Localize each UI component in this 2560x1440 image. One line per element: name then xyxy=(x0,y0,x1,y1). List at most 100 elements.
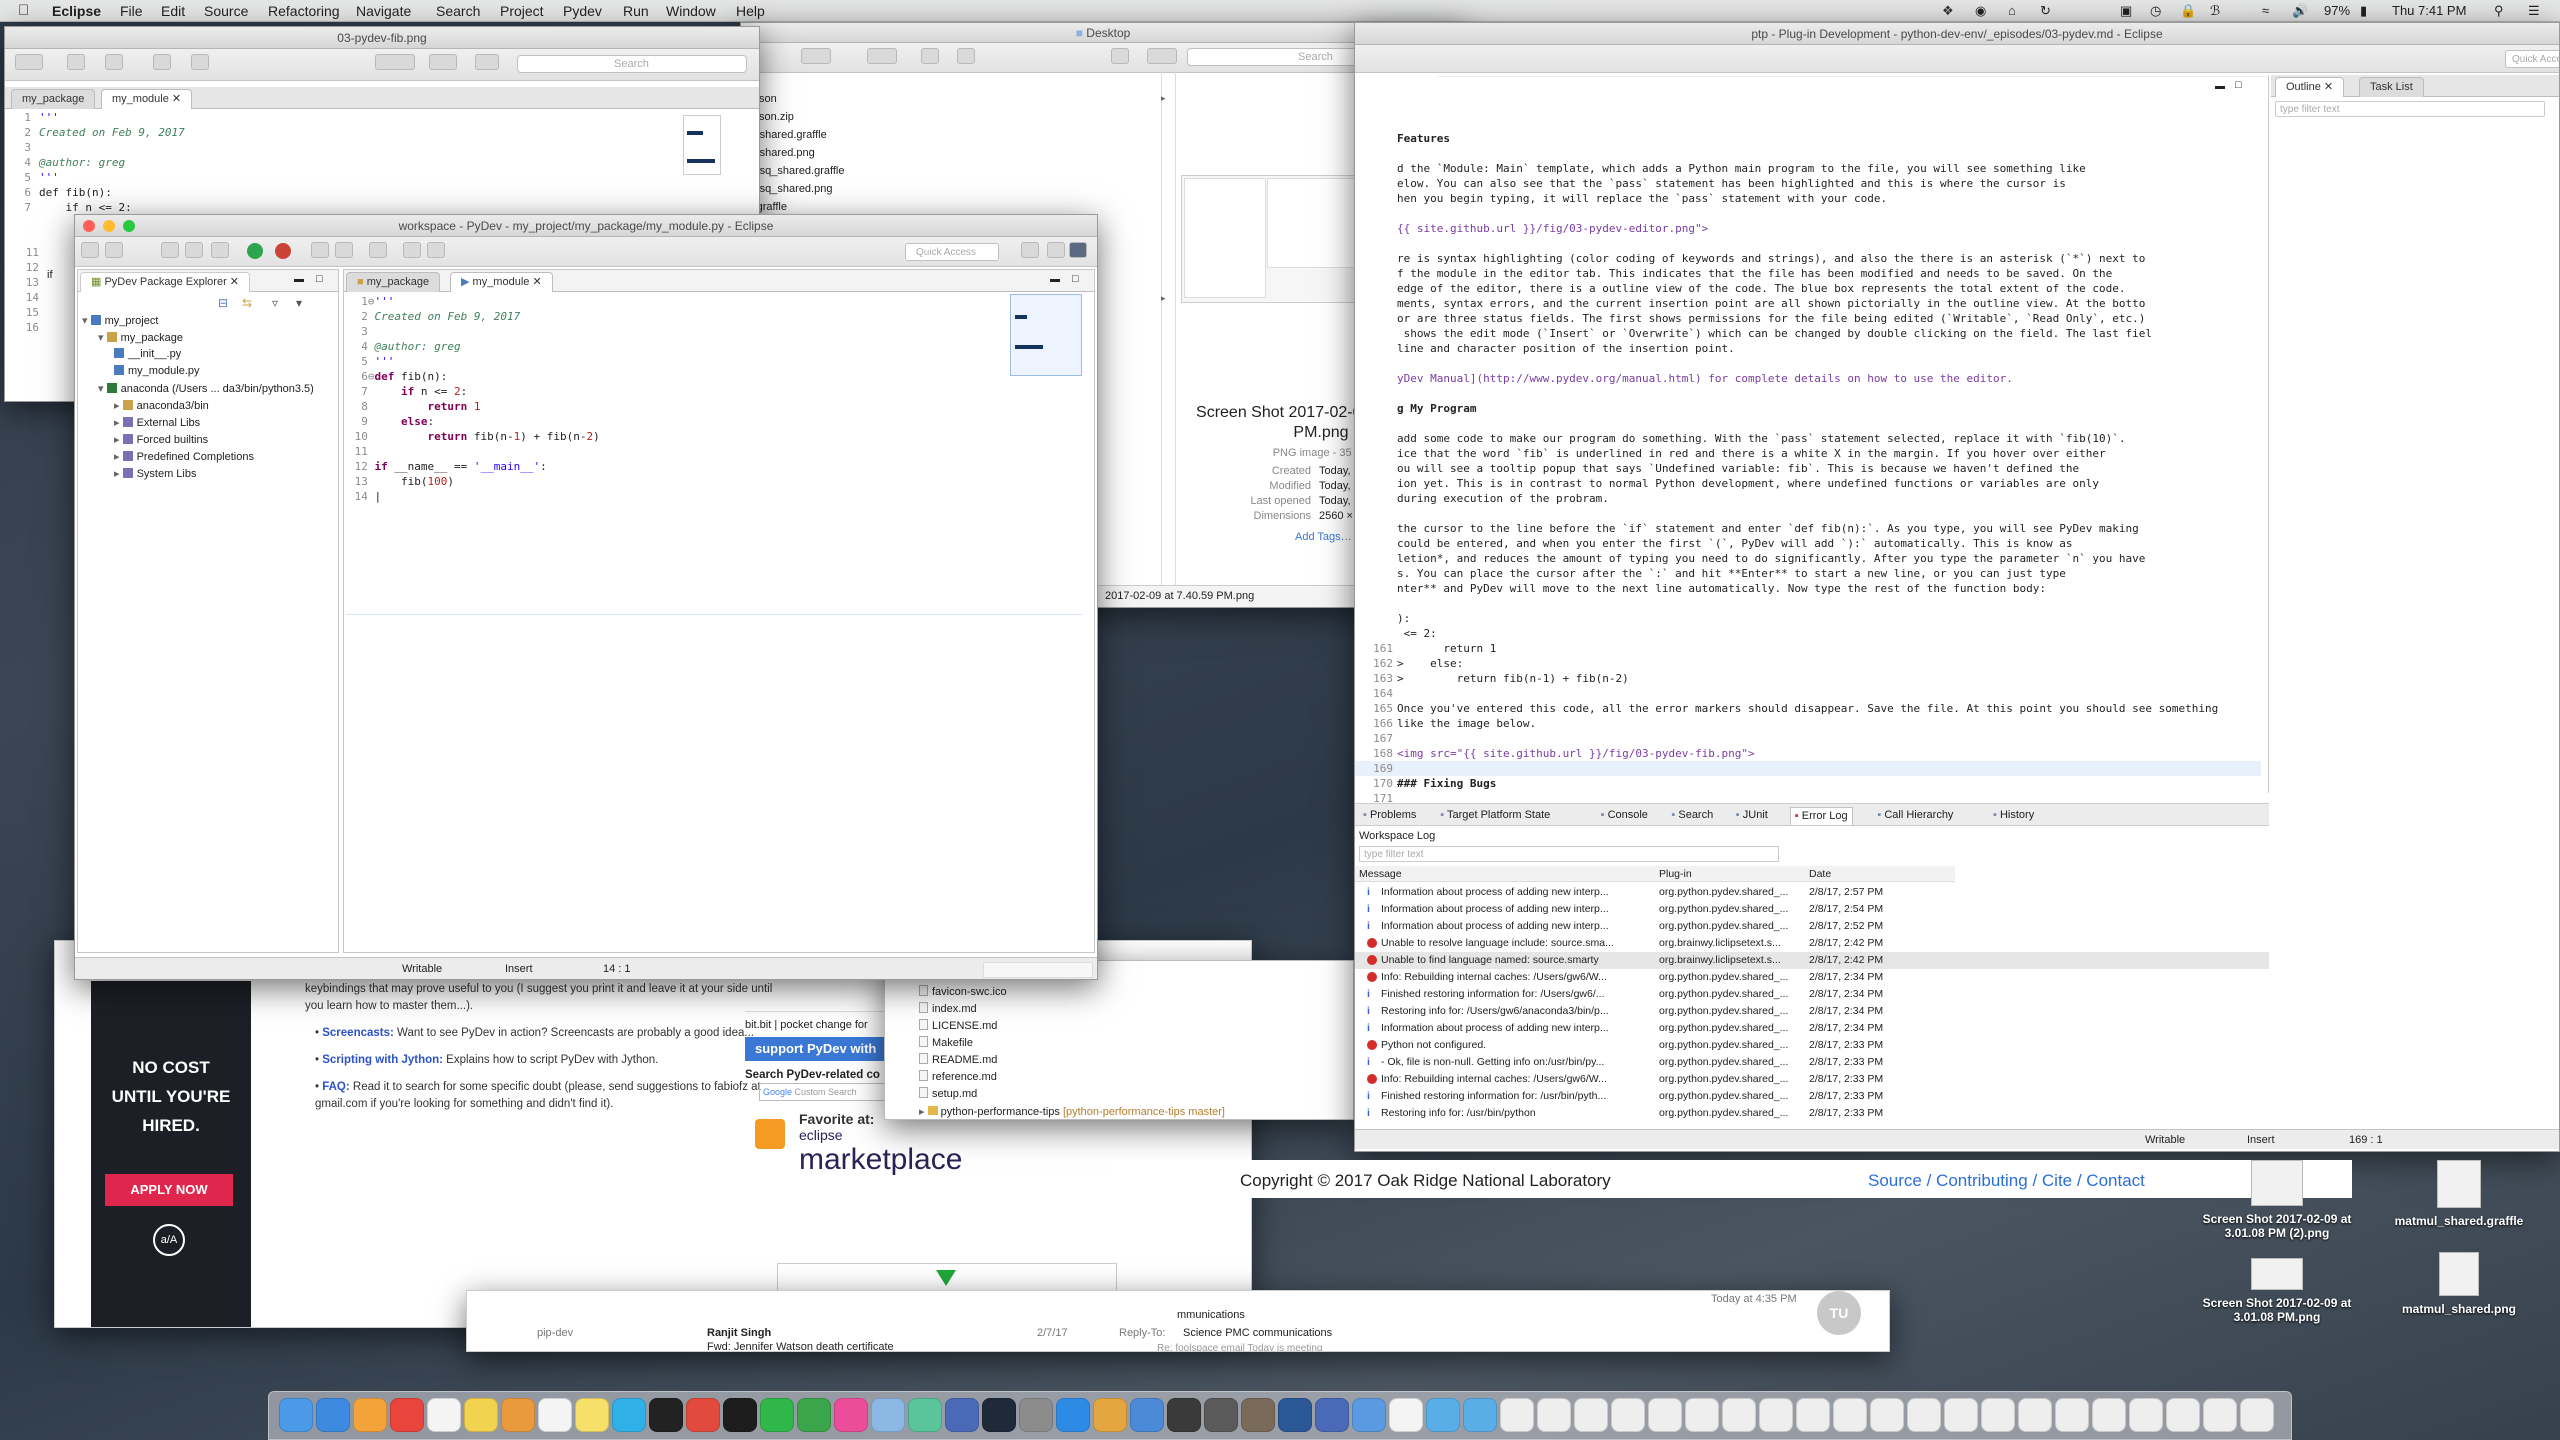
chrome-icon[interactable] xyxy=(390,1398,424,1432)
repo-file[interactable]: setup.md xyxy=(919,1087,977,1100)
maximize-icon[interactable]: □ xyxy=(1072,273,1079,285)
cite-link[interactable]: Cite xyxy=(2042,1171,2072,1190)
code-area[interactable]: 1⊖''' 2 Created on Feb 9, 2017 3 4 @auth… xyxy=(348,294,600,504)
sourcetree-icon[interactable] xyxy=(1130,1398,1164,1432)
toolbox-button[interactable] xyxy=(475,54,499,70)
desktop-icon[interactable]: matmul_shared.graffle xyxy=(2374,1160,2544,1228)
menu-refactoring[interactable]: Refactoring xyxy=(268,0,340,22)
sync-icon[interactable]: ↻ xyxy=(2040,0,2051,22)
log-row[interactable]: i Restoring info for: /Users/gw6/anaconda… xyxy=(1355,1003,2269,1020)
filter-icon[interactable]: ▿ xyxy=(272,296,278,310)
quick-access-input[interactable]: Quick Access xyxy=(905,243,999,261)
column-plugin[interactable]: Plug-in xyxy=(1659,866,1692,882)
document-icon[interactable] xyxy=(1796,1398,1830,1432)
eclipse-marketplace-badge[interactable]: Favorite at: eclipse marketplace xyxy=(755,1109,975,1189)
settings-icon[interactable] xyxy=(1019,1398,1053,1432)
console-icon[interactable] xyxy=(185,242,203,258)
faq-link[interactable]: FAQ: xyxy=(322,1081,349,1093)
apple-icon[interactable]:  xyxy=(18,0,29,22)
preview-search-input[interactable]: Search xyxy=(517,55,747,73)
expand-arrow-icon[interactable]: ▸ xyxy=(114,451,123,463)
source-link[interactable]: Source xyxy=(1868,1171,1922,1190)
word-icon[interactable] xyxy=(1278,1398,1312,1432)
document-icon[interactable] xyxy=(1870,1398,1904,1432)
expand-arrow-icon[interactable]: ▸ xyxy=(114,417,123,429)
document-icon[interactable] xyxy=(2240,1398,2274,1432)
document-icon[interactable] xyxy=(1611,1398,1645,1432)
status-icons[interactable] xyxy=(983,962,1093,978)
automator-icon[interactable] xyxy=(1241,1398,1275,1432)
repo-node[interactable]: ▸ python-performance-tips [python-perfor… xyxy=(919,1105,1225,1118)
maximize-icon[interactable]: □ xyxy=(2235,79,2242,91)
books-icon[interactable] xyxy=(501,1398,535,1432)
menu-window[interactable]: Window xyxy=(666,0,716,22)
document-icon[interactable] xyxy=(1537,1398,1571,1432)
repo-file[interactable]: LICENSE.md xyxy=(919,1019,997,1032)
mail-subject[interactable]: Fwd: Jennifer Watson death certificate xyxy=(707,1341,894,1351)
menu-navigate[interactable]: Navigate xyxy=(356,0,411,22)
repo-file[interactable]: Makefile xyxy=(919,1036,973,1049)
docs-icon[interactable] xyxy=(1389,1398,1423,1432)
tree-item[interactable]: ▾ anaconda (/Users ... da3/bin/python3.5… xyxy=(98,382,314,395)
clock[interactable]: Thu 7:41 PM xyxy=(2392,0,2466,22)
back-icon[interactable] xyxy=(403,242,421,258)
time-machine-icon[interactable]: ◷ xyxy=(2150,0,2161,22)
display-icon[interactable]: ▣ xyxy=(2120,0,2132,22)
tree-item[interactable]: ▸ System Libs xyxy=(114,467,197,480)
open-type-icon[interactable] xyxy=(311,242,329,258)
menu-run[interactable]: Run xyxy=(623,0,649,22)
close-button[interactable] xyxy=(83,220,95,232)
skitch-icon[interactable] xyxy=(686,1398,720,1432)
log-row[interactable]: Info: Rebuilding internal caches: /Users… xyxy=(1355,1071,2269,1088)
tab-console[interactable]: ▪ Console xyxy=(1597,807,1652,825)
messages-icon[interactable] xyxy=(612,1398,646,1432)
debug-perspective-icon[interactable] xyxy=(1069,242,1087,258)
google-search-input[interactable]: Google Custom Search xyxy=(759,1083,899,1101)
outline-filter-input[interactable]: type filter text xyxy=(2275,101,2545,117)
expand-arrow-icon[interactable]: ▸ xyxy=(114,468,123,480)
log-row[interactable]: i Restoring info for: /usr/bin/python org.… xyxy=(1355,1105,2269,1122)
repo-file[interactable]: favicon-swc.ico xyxy=(919,985,1007,998)
status-writable[interactable]: Writable xyxy=(2145,1130,2185,1150)
repo-file[interactable]: README.md xyxy=(919,1053,997,1066)
apply-now-button[interactable]: APPLY NOW xyxy=(105,1174,233,1206)
minimize-button[interactable] xyxy=(103,220,115,232)
menu-help[interactable]: Help xyxy=(736,0,765,22)
search-icon[interactable] xyxy=(335,242,353,258)
info-button[interactable] xyxy=(191,54,209,70)
preview-icon[interactable] xyxy=(871,1398,905,1432)
folder-icon[interactable] xyxy=(1463,1398,1497,1432)
document-icon[interactable] xyxy=(1944,1398,1978,1432)
forward-icon[interactable] xyxy=(427,242,445,258)
battery-icon[interactable]: ▮ xyxy=(2360,0,2367,22)
python-editor[interactable]: ■ my_package ▶ my_module ✕ ▬ □ 1⊖''' 2 C… xyxy=(343,269,1095,953)
log-row[interactable]: i Information about process of adding new… xyxy=(1355,901,2269,918)
lightroom-icon[interactable] xyxy=(982,1398,1016,1432)
desktop-icon[interactable]: Screen Shot 2017-02-09 at 3.01.08 PM.png xyxy=(2192,1258,2362,1324)
add-tags-link[interactable]: Add Tags… xyxy=(1295,531,1352,543)
tree-item[interactable]: ▸ Predefined Completions xyxy=(114,450,254,463)
document-icon[interactable] xyxy=(1574,1398,1608,1432)
view-mode-button[interactable] xyxy=(801,48,831,64)
mail-item-name[interactable]: pip-dev xyxy=(537,1327,573,1339)
folder-icon[interactable] xyxy=(1426,1398,1460,1432)
zoom-button[interactable] xyxy=(123,220,135,232)
tree-item[interactable]: ▸ Forced builtins xyxy=(114,433,208,446)
document-icon[interactable] xyxy=(2129,1398,2163,1432)
tab-junit[interactable]: ▪ JUnit xyxy=(1732,807,1772,825)
tab-target-platform-state[interactable]: ▪ Target Platform State xyxy=(1436,807,1554,825)
debug-icon[interactable] xyxy=(211,242,229,258)
slack-icon[interactable] xyxy=(908,1398,942,1432)
sonos-icon[interactable] xyxy=(649,1398,683,1432)
document-icon[interactable] xyxy=(1648,1398,1682,1432)
calendar-icon[interactable] xyxy=(427,1398,461,1432)
new-icon[interactable] xyxy=(81,242,99,258)
desktop-icon[interactable]: Screen Shot 2017-02-09 at 3.01.08 PM (2)… xyxy=(2192,1160,2362,1240)
share-button[interactable] xyxy=(153,54,171,70)
share-button[interactable] xyxy=(921,48,939,64)
menu-pydev[interactable]: Pydev xyxy=(563,0,602,22)
document-icon[interactable] xyxy=(1759,1398,1793,1432)
tab-search[interactable]: ▪ Search xyxy=(1667,807,1717,825)
tree-item[interactable]: ▸ External Libs xyxy=(114,416,200,429)
run-icon[interactable] xyxy=(247,243,263,259)
